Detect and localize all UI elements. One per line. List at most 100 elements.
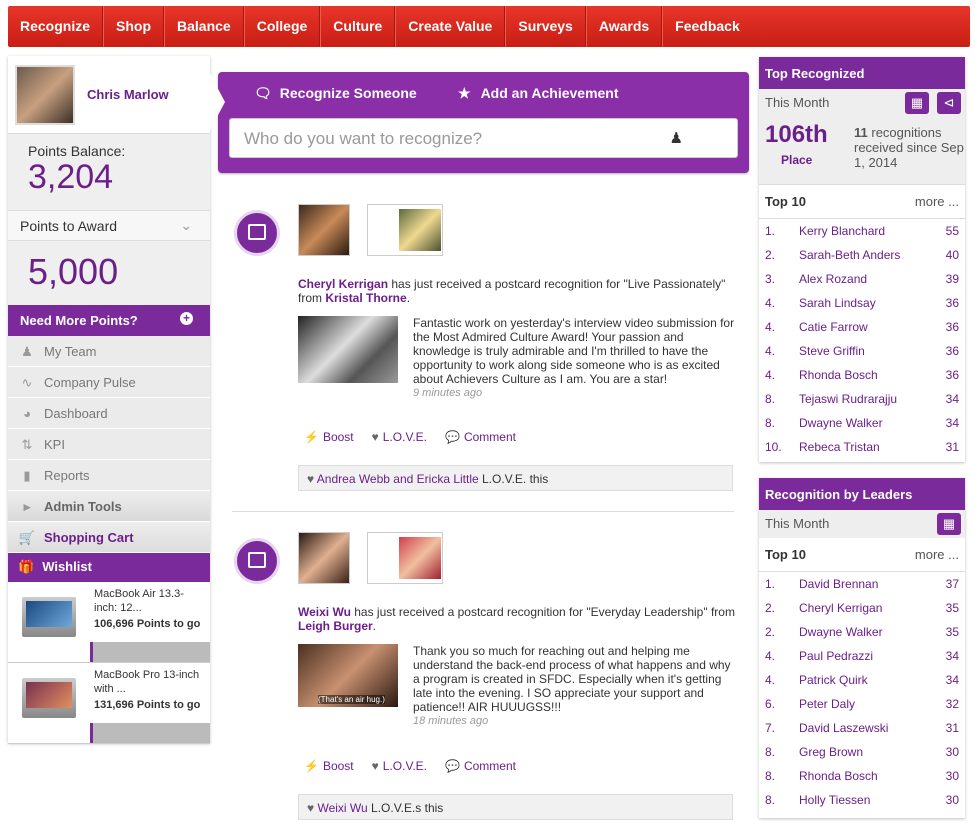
list-item[interactable]: 1. David Brennan 37	[759, 572, 965, 596]
list-item[interactable]: 2. Cheryl Kerrigan 35	[759, 596, 965, 620]
calendar-icon[interactable]: ▦	[937, 513, 961, 535]
nav-balance[interactable]: Balance	[164, 6, 244, 47]
rank: 2.	[765, 625, 776, 639]
nav-awards[interactable]: Awards	[585, 6, 663, 47]
top10-header: Top 10 more ...	[759, 185, 965, 219]
menu-dashboard[interactable]: ◕ Dashboard	[8, 398, 210, 429]
nav-surveys[interactable]: Surveys	[505, 6, 586, 47]
more-link[interactable]: more ...	[915, 547, 959, 562]
list-item[interactable]: 8. Rhonda Bosch 30	[759, 764, 965, 788]
recipient-photo[interactable]	[298, 204, 350, 256]
feed-post: Cheryl Kerrigan has just received a post…	[232, 204, 737, 494]
nav-shop[interactable]: Shop	[103, 6, 165, 47]
list-item[interactable]: 4. Catie Farrow 36	[759, 315, 965, 339]
points-to-award-dropdown[interactable]: Points to Award ⌄	[8, 210, 210, 241]
post-time: 18 minutes ago	[413, 715, 489, 727]
menu-kpi[interactable]: ⇅ KPI	[8, 429, 210, 460]
nav-feedback[interactable]: Feedback	[662, 6, 752, 47]
postcard-image[interactable]: (That's an air hug.)	[298, 644, 398, 707]
wishlist-item[interactable]: MacBook Pro 13-inch with ... 131,696 Poi…	[8, 663, 210, 744]
list-item[interactable]: 10. Rebeca Tristan 31	[759, 435, 965, 459]
rank: 4.	[765, 344, 776, 358]
sender-link[interactable]: Kristal Thorne	[325, 291, 406, 305]
list-item[interactable]: 6. Peter Daly 32	[759, 692, 965, 716]
love-button[interactable]: ♥ L.O.V.E.	[372, 430, 427, 444]
period-label: This Month	[765, 516, 830, 531]
gift-icon: 🎁	[18, 559, 35, 574]
score: 35	[945, 601, 959, 615]
wishlist-item[interactable]: MacBook Air 13.3-inch: 12... 106,696 Poi…	[8, 582, 210, 663]
wishlist-item-name: MacBook Pro 13-inch with ...	[94, 669, 200, 695]
top-recognized-panel: Top Recognized This Month ▦ ⊲ 106th Plac…	[759, 57, 965, 462]
menu-shopping-cart[interactable]: 🛒 Shopping Cart	[8, 522, 210, 553]
menu-company-pulse[interactable]: ∿ Company Pulse	[8, 367, 210, 398]
caret-right-icon: ▸	[23, 499, 31, 514]
recipient-link[interactable]: Cheryl Kerrigan	[298, 277, 388, 291]
list-item[interactable]: 8. Greg Brown 30	[759, 740, 965, 764]
nav-create-value[interactable]: Create Value	[395, 6, 506, 47]
score: 40	[945, 248, 959, 262]
post-message: Thank you so much for reaching out and h…	[413, 644, 738, 728]
menu-my-team[interactable]: ♟ My Team	[8, 336, 210, 367]
menu-reports[interactable]: ▮ Reports	[8, 460, 210, 491]
list-item[interactable]: 2. Dwayne Walker 35	[759, 620, 965, 644]
points-balance-label: Points Balance:	[28, 143, 126, 159]
menu-admin-tools[interactable]: ▸ Admin Tools	[8, 491, 210, 522]
heart-icon: ♥	[307, 801, 318, 815]
love-bar: ♥ Andrea Webb and Ericka Little L.O.V.E.…	[298, 465, 733, 491]
input-placeholder: Who do you want to recognize?	[244, 129, 483, 148]
cart-icon: 🛒	[18, 530, 36, 545]
need-more-points-button[interactable]: Need More Points? +	[8, 305, 210, 336]
period-bar: This Month ▦	[759, 510, 965, 538]
rank: 10.	[765, 440, 782, 454]
boost-button[interactable]: ⚡ Boost	[304, 430, 354, 444]
list-item[interactable]: 4. Patrick Quirk 34	[759, 668, 965, 692]
more-link[interactable]: more ...	[915, 194, 959, 209]
comment-button[interactable]: 💬 Comment	[445, 430, 516, 444]
postcard-image[interactable]	[298, 316, 398, 383]
reports-icon: ▮	[23, 468, 31, 483]
sender-link[interactable]: Leigh Burger	[298, 619, 373, 633]
list-item[interactable]: 4. Sarah Lindsay 36	[759, 291, 965, 315]
rank: 2.	[765, 248, 776, 262]
recognize-search-input[interactable]: Who do you want to recognize? ♟	[229, 118, 738, 158]
image-caption: (That's an air hug.)	[318, 695, 385, 704]
recipient-link[interactable]: Weixi Wu	[298, 605, 351, 619]
list-item[interactable]: 3. Alex Rozand 39	[759, 267, 965, 291]
list-item[interactable]: 4. Paul Pedrazzi 34	[759, 644, 965, 668]
leaders-title: Recognition by Leaders	[759, 478, 965, 510]
score: 36	[945, 344, 959, 358]
score: 34	[945, 392, 959, 406]
wishlist-header[interactable]: 🎁 Wishlist	[8, 553, 210, 582]
nav-recognize[interactable]: Recognize	[8, 6, 104, 47]
list-item[interactable]: 8. Tejaswi Rudrarajju 34	[759, 387, 965, 411]
person-name: Paul Pedrazzi	[799, 649, 874, 663]
lovers-link[interactable]: Weixi Wu	[317, 801, 367, 815]
user-name[interactable]: Chris Marlow	[87, 87, 169, 102]
recipient-photo[interactable]	[298, 532, 350, 584]
tab-add-achievement[interactable]: ★ Add an Achievement	[458, 85, 619, 102]
menu-label: Shopping Cart	[44, 530, 134, 545]
list-item[interactable]: 4. Rhonda Bosch 36	[759, 363, 965, 387]
list-item[interactable]: 1. Kerry Blanchard 55	[759, 219, 965, 243]
sender-photo[interactable]	[399, 537, 441, 579]
comment-button[interactable]: 💬 Comment	[445, 759, 516, 773]
nav-college[interactable]: College	[243, 6, 321, 47]
list-item[interactable]: 4. Steve Griffin 36	[759, 339, 965, 363]
list-item[interactable]: 2. Sarah-Beth Anders 40	[759, 243, 965, 267]
list-item[interactable]: 8. Holly Tiessen 30	[759, 788, 965, 812]
calendar-icon[interactable]: ▦	[905, 92, 929, 114]
tab-recognize-someone[interactable]: 🗨 Recognize Someone	[254, 85, 417, 102]
lovers-link[interactable]: Andrea Webb and Ericka Little	[317, 472, 479, 486]
rank: 1.	[765, 224, 776, 238]
list-item[interactable]: 7. David Laszewski 31	[759, 716, 965, 740]
boost-button[interactable]: ⚡ Boost	[304, 759, 354, 773]
nav-culture[interactable]: Culture	[320, 6, 396, 47]
sender-photo[interactable]	[399, 209, 441, 251]
person-name: Tejaswi Rudrarajju	[799, 392, 898, 406]
love-button[interactable]: ♥ L.O.V.E.	[372, 759, 427, 773]
group-icon[interactable]: ♟	[670, 129, 683, 147]
list-item[interactable]: 8. Dwayne Walker 34	[759, 411, 965, 435]
share-icon[interactable]: ⊲	[937, 92, 961, 114]
avatar[interactable]	[15, 65, 75, 125]
